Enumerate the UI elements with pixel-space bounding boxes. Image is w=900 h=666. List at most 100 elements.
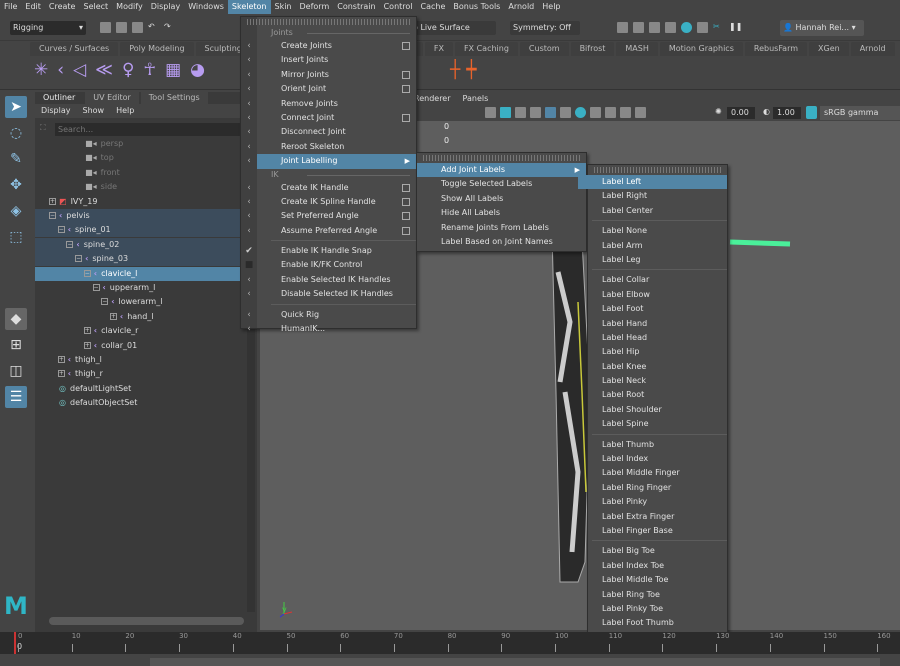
smooth-shade-icon[interactable] [500,107,511,118]
tab-uv-editor[interactable]: UV Editor [85,92,139,104]
render-frame-icon[interactable] [617,22,628,33]
menu-item-create-ik-handle[interactable]: ‹ Create IK Handle [247,181,416,195]
menu-item-enable-ik-handle-snap[interactable]: ✔ Enable IK Handle Snap [245,244,416,258]
shelf-tab-arnold[interactable]: Arnold [850,42,895,56]
open-scene-icon[interactable] [116,22,127,33]
menu-item-humanik-[interactable]: ‹ HumanIK... [247,322,416,336]
outliner-row[interactable]: ■◂ side [35,180,257,194]
expand-icon[interactable]: + [109,312,117,320]
rotate-tool-icon[interactable]: ◈ [5,200,27,222]
collapse-icon[interactable]: − [66,240,74,248]
parent-constraint-icon[interactable]: ┼ [450,60,460,80]
menu-item-create-ik-spline-handle[interactable]: ‹ Create IK Spline Handle [247,195,416,209]
menu-item-disconnect-joint[interactable]: ‹ Disconnect Joint [247,125,416,139]
tab-tool-settings[interactable]: Tool Settings [140,92,208,104]
menu-item-toggle-selected-labels[interactable]: Toggle Selected Labels [417,177,586,191]
menu-constrain[interactable]: Constrain [333,0,379,14]
outliner-menu-display[interactable]: Display [35,104,77,118]
xray-joints-icon[interactable] [620,107,631,118]
menu-item-label-ring-finger[interactable]: Label Ring Finger [578,481,727,495]
ambient-occlusion-icon[interactable] [560,107,571,118]
humanik-icon[interactable]: ☥ [143,60,156,80]
four-pane-layout-icon[interactable]: ⊞ [5,334,27,356]
shelf-tab-curves-surfaces[interactable]: Curves / Surfaces [30,42,119,56]
shelf-tab-xgen[interactable]: XGen [809,42,849,56]
point-constraint-icon[interactable]: ┿ [466,60,476,80]
outliner-row[interactable]: + ‹ hand_l [35,310,257,324]
menu-skeleton[interactable]: Skeleton [227,0,271,14]
menu-create[interactable]: Create [45,0,80,14]
menu-item-label-none[interactable]: Label None [578,224,727,238]
menu-item-label-leg[interactable]: Label Leg [578,253,727,267]
menu-item-label-head[interactable]: Label Head [578,331,727,345]
collapse-icon[interactable]: − [101,298,109,306]
menu-item-label-ring-toe[interactable]: Label Ring Toe [578,588,727,602]
option-box-icon[interactable] [402,226,410,235]
outliner-row[interactable]: + ‹ thigh_r [35,367,257,381]
symmetry-dropdown[interactable]: Symmetry: Off [510,21,580,35]
outliner-row[interactable]: + ◩ IVY_19 [35,195,257,209]
menu-select[interactable]: Select [79,0,112,14]
menu-item-label-pinky[interactable]: Label Pinky [578,495,727,509]
menu-skin[interactable]: Skin [271,0,296,14]
menu-item-remove-joints[interactable]: ‹ Remove Joints [247,97,416,111]
shelf-tab-poly-modeling[interactable]: Poly Modeling [120,42,194,56]
quick-rig-icon[interactable]: ♀ [122,60,134,80]
textured-icon[interactable] [515,107,526,118]
menu-cache[interactable]: Cache [417,0,450,14]
expand-icon[interactable]: + [57,370,65,378]
outliner-row[interactable]: ■◂ top [35,151,257,165]
menu-arnold[interactable]: Arnold [504,0,538,14]
paint-select-icon[interactable]: ✎ [5,148,27,170]
outliner-row[interactable]: − ‹ upperarm_l [35,281,257,295]
menu-item-hide-all-labels[interactable]: Hide All Labels [417,206,586,220]
menu-item-disable-selected-ik-handles[interactable]: ‹ Disable Selected IK Handles [247,287,416,301]
menu-help[interactable]: Help [538,0,564,14]
menu-item-label-neck[interactable]: Label Neck [578,374,727,388]
option-box-icon[interactable] [402,42,410,50]
lights-icon[interactable] [530,107,541,118]
menu-item-mirror-joints[interactable]: ‹ Mirror Joints [247,68,416,82]
viewport-menu-panels[interactable]: Panels [457,92,495,105]
menu-item-label-left[interactable]: Label Left [578,175,727,190]
outliner-row[interactable]: − ‹ pelvis [35,209,257,223]
time-slider[interactable]: 0 0 10 20 30 40 50 60 70 80 90 100 110 120 130 140 150 1… [0,632,900,654]
shelf-tab-mash[interactable]: MASH [616,42,658,56]
menu-modify[interactable]: Modify [112,0,147,14]
outliner-row[interactable]: − ‹ clavicle_l [35,266,257,281]
move-tool-icon[interactable]: ✥ [5,174,27,196]
gamma-field[interactable]: 1.00 [773,107,801,119]
scissors-icon[interactable]: ✂ [713,22,724,33]
menu-control[interactable]: Control [380,0,417,14]
shelf-tab-fx[interactable]: FX [424,42,453,56]
outliner-row[interactable]: ◎ defaultLightSet [35,382,257,396]
outliner-row[interactable]: ◎ defaultObjectSet [35,396,257,410]
live-surface-field[interactable]: o Live Surface [410,21,496,35]
menu-item-assume-preferred-angle[interactable]: ‹ Assume Preferred Angle [247,224,416,238]
color-management-icon[interactable] [806,106,817,119]
ik-spline-icon[interactable]: ≪ [95,60,113,80]
menu-item-quick-rig[interactable]: ‹ Quick Rig [247,308,416,322]
menu-item-label-middle-toe[interactable]: Label Middle Toe [578,573,727,587]
menu-item-label-finger-base[interactable]: Label Finger Base [578,524,727,538]
outliner-row[interactable]: + ‹ collar_01 [35,339,257,353]
menu-item-label-extra-finger[interactable]: Label Extra Finger [578,510,727,524]
paint-weights-icon[interactable]: ◕ [190,60,205,80]
camera-attributes-icon[interactable] [635,107,646,118]
menu-item-label-spine[interactable]: Label Spine [578,417,727,431]
collapse-icon[interactable]: − [49,212,56,219]
workspace-dropdown[interactable]: Rigging ▾ [10,21,86,35]
menu-deform[interactable]: Deform [296,0,334,14]
menu-display[interactable]: Display [147,0,185,14]
outliner-row[interactable]: + ‹ clavicle_r [35,324,257,338]
expand-icon[interactable]: + [83,327,91,335]
menu-item-label-thumb[interactable]: Label Thumb [578,438,727,452]
insert-joint-icon[interactable]: ‹ [57,60,64,80]
redo-icon[interactable]: ↷ [164,22,175,33]
outliner-row[interactable]: − ‹ spine_01 [35,223,257,238]
menu-item-label-right[interactable]: Label Right [578,189,727,203]
collapse-icon[interactable]: − [83,269,91,277]
outliner-row[interactable]: − ‹ spine_03 [35,252,257,267]
shelf-tab-motion-graphics[interactable]: Motion Graphics [659,42,743,56]
isolate-select-icon[interactable] [590,107,601,118]
